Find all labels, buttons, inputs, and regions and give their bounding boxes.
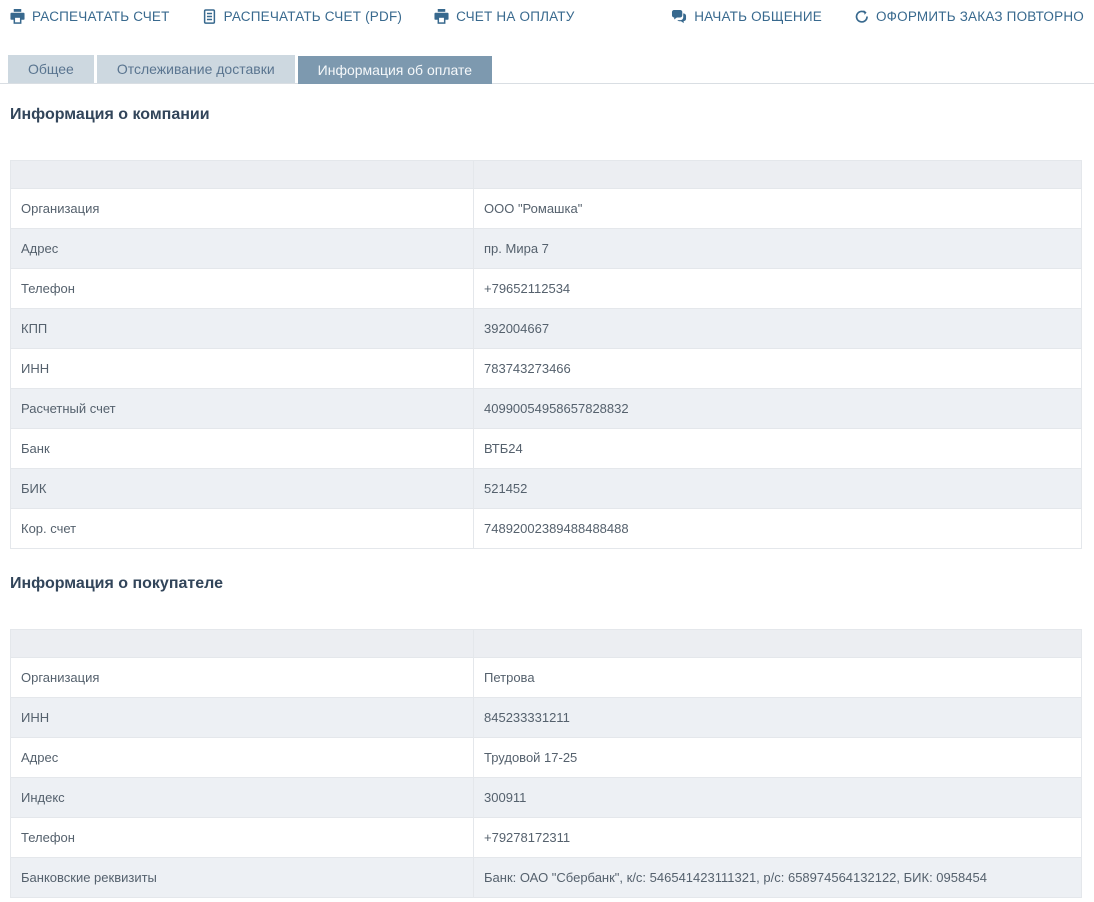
row-label: Организация bbox=[11, 189, 474, 229]
start-conversation-label: НАЧАТЬ ОБЩЕНИЕ bbox=[694, 9, 822, 24]
printer-icon bbox=[10, 9, 25, 24]
toolbar-right-group: НАЧАТЬ ОБЩЕНИЕ ОФОРМИТЬ ЗАКАЗ ПОВТОРНО bbox=[671, 9, 1084, 24]
redo-icon bbox=[854, 9, 869, 24]
row-value: 845233331211 bbox=[474, 698, 1082, 738]
buyer-info-title: Информация о покупателе bbox=[10, 575, 1082, 593]
table-row: Индекс 300911 bbox=[11, 778, 1082, 818]
row-value: 74892002389488488488 bbox=[474, 509, 1082, 549]
print-invoice-pdf-label: РАСПЕЧАТАТЬ СЧЕТ (PDF) bbox=[224, 9, 403, 24]
comments-icon bbox=[671, 9, 687, 24]
tab-payment-info[interactable]: Информация об оплате bbox=[298, 56, 492, 84]
reorder-label: ОФОРМИТЬ ЗАКАЗ ПОВТОРНО bbox=[876, 9, 1084, 24]
row-value: Банк: ОАО "Сбербанк", к/с: 5465414231113… bbox=[474, 858, 1082, 898]
table-row: Телефон +79652112534 bbox=[11, 269, 1082, 309]
table-header-row bbox=[11, 161, 1082, 189]
table-row: Адрес Трудовой 17-25 bbox=[11, 738, 1082, 778]
table-row: Банковские реквизиты Банк: ОАО "Сбербанк… bbox=[11, 858, 1082, 898]
row-value: +79278172311 bbox=[474, 818, 1082, 858]
row-value: ООО "Ромашка" bbox=[474, 189, 1082, 229]
printer-icon bbox=[434, 9, 449, 24]
document-icon bbox=[202, 9, 217, 24]
row-value: 392004667 bbox=[474, 309, 1082, 349]
row-label: Кор. счет bbox=[11, 509, 474, 549]
row-value: 783743273466 bbox=[474, 349, 1082, 389]
toolbar: РАСПЕЧАТАТЬ СЧЕТ РАСПЕЧАТАТЬ СЧЕТ (PDF) bbox=[0, 0, 1094, 24]
value-column-header bbox=[474, 161, 1082, 189]
label-column-header bbox=[11, 630, 474, 658]
row-label: Адрес bbox=[11, 229, 474, 269]
row-value: Трудовой 17-25 bbox=[474, 738, 1082, 778]
table-row: БИК 521452 bbox=[11, 469, 1082, 509]
row-value: 40990054958657828832 bbox=[474, 389, 1082, 429]
row-label: Организация bbox=[11, 658, 474, 698]
table-row: Кор. счет 74892002389488488488 bbox=[11, 509, 1082, 549]
row-label: ИНН bbox=[11, 698, 474, 738]
payment-invoice-label: СЧЕТ НА ОПЛАТУ bbox=[456, 9, 574, 24]
row-label: Банковские реквизиты bbox=[11, 858, 474, 898]
row-label: КПП bbox=[11, 309, 474, 349]
table-row: Адрес пр. Мира 7 bbox=[11, 229, 1082, 269]
payment-invoice-button[interactable]: СЧЕТ НА ОПЛАТУ bbox=[434, 9, 574, 24]
row-label: БИК bbox=[11, 469, 474, 509]
tab-general[interactable]: Общее bbox=[8, 55, 94, 83]
label-column-header bbox=[11, 161, 474, 189]
table-row: Расчетный счет 40990054958657828832 bbox=[11, 389, 1082, 429]
tab-delivery-tracking[interactable]: Отслеживание доставки bbox=[97, 55, 295, 83]
row-label: ИНН bbox=[11, 349, 474, 389]
print-invoice-label: РАСПЕЧАТАТЬ СЧЕТ bbox=[32, 9, 170, 24]
table-header-row bbox=[11, 630, 1082, 658]
row-label: Телефон bbox=[11, 818, 474, 858]
row-value: 521452 bbox=[474, 469, 1082, 509]
value-column-header bbox=[474, 630, 1082, 658]
row-label: Адрес bbox=[11, 738, 474, 778]
row-value: 300911 bbox=[474, 778, 1082, 818]
reorder-button[interactable]: ОФОРМИТЬ ЗАКАЗ ПОВТОРНО bbox=[854, 9, 1084, 24]
table-row: Банк ВТБ24 bbox=[11, 429, 1082, 469]
table-row: Организация ООО "Ромашка" bbox=[11, 189, 1082, 229]
row-label: Расчетный счет bbox=[11, 389, 474, 429]
row-value: Петрова bbox=[474, 658, 1082, 698]
table-row: ИНН 783743273466 bbox=[11, 349, 1082, 389]
company-info-title: Информация о компании bbox=[10, 106, 1082, 124]
start-conversation-button[interactable]: НАЧАТЬ ОБЩЕНИЕ bbox=[671, 9, 822, 24]
table-row: ИНН 845233331211 bbox=[11, 698, 1082, 738]
payment-info-panel: Информация о компании Организация ООО "Р… bbox=[0, 106, 1094, 898]
print-invoice-pdf-button[interactable]: РАСПЕЧАТАТЬ СЧЕТ (PDF) bbox=[202, 9, 403, 24]
table-row: КПП 392004667 bbox=[11, 309, 1082, 349]
row-value: пр. Мира 7 bbox=[474, 229, 1082, 269]
table-row: Организация Петрова bbox=[11, 658, 1082, 698]
row-label: Индекс bbox=[11, 778, 474, 818]
row-label: Телефон bbox=[11, 269, 474, 309]
table-row: Телефон +79278172311 bbox=[11, 818, 1082, 858]
row-value: ВТБ24 bbox=[474, 429, 1082, 469]
order-tabs: Общее Отслеживание доставки Информация о… bbox=[0, 55, 1094, 84]
row-value: +79652112534 bbox=[474, 269, 1082, 309]
print-invoice-button[interactable]: РАСПЕЧАТАТЬ СЧЕТ bbox=[10, 9, 170, 24]
buyer-info-table: Организация Петрова ИНН 845233331211 Адр… bbox=[10, 629, 1082, 898]
row-label: Банк bbox=[11, 429, 474, 469]
company-info-table: Организация ООО "Ромашка" Адрес пр. Мира… bbox=[10, 160, 1082, 549]
toolbar-left-group: РАСПЕЧАТАТЬ СЧЕТ РАСПЕЧАТАТЬ СЧЕТ (PDF) bbox=[10, 9, 575, 24]
